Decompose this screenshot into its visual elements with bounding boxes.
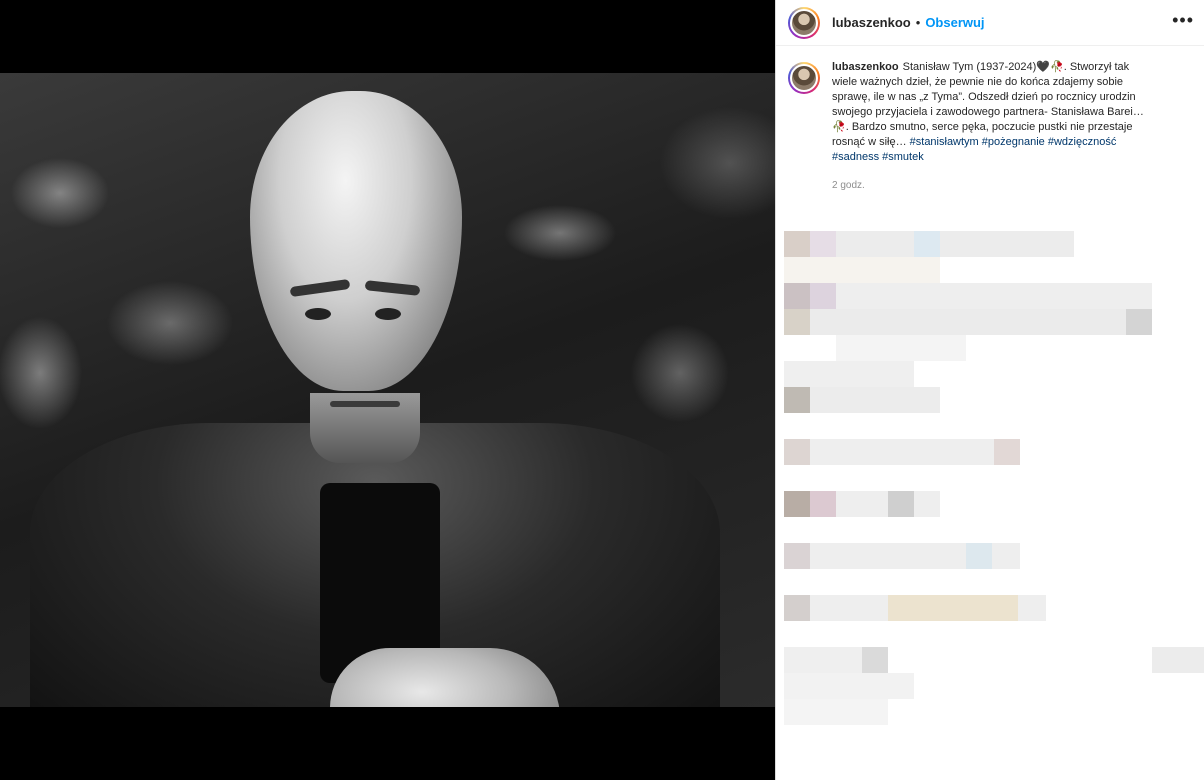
avatar-image bbox=[790, 8, 818, 37]
pixel-block bbox=[966, 543, 992, 569]
pixel-block bbox=[1152, 647, 1204, 673]
pixel-block bbox=[784, 309, 810, 335]
pixel-block bbox=[784, 309, 1152, 335]
pixel-block bbox=[888, 595, 1018, 621]
follow-button[interactable]: Obserwuj bbox=[925, 15, 984, 30]
pixel-block bbox=[784, 439, 1020, 465]
caption-username[interactable]: lubaszenkoo bbox=[832, 61, 899, 73]
caption-avatar[interactable] bbox=[788, 62, 820, 94]
separator-dot: • bbox=[915, 15, 921, 30]
pixel-block bbox=[836, 335, 966, 361]
photo-head bbox=[250, 91, 462, 391]
header-username[interactable]: lubaszenkoo bbox=[832, 15, 911, 30]
rose-emoji-icon: 🥀 bbox=[832, 121, 846, 133]
pixel-block bbox=[810, 491, 836, 517]
heart-rose-emoji-icon: 🖤🥀 bbox=[1036, 61, 1064, 73]
pixel-block bbox=[810, 231, 836, 257]
hashtag-link[interactable]: #stanisławtym bbox=[910, 136, 979, 148]
post-photo[interactable] bbox=[0, 73, 775, 707]
photo-mouth bbox=[330, 401, 400, 407]
post-header: lubaszenkoo • Obserwuj ••• bbox=[776, 0, 1204, 46]
pixel-block bbox=[994, 439, 1020, 465]
hashtag-link[interactable]: #smutek bbox=[882, 151, 924, 163]
photo-eye-right bbox=[375, 308, 401, 320]
caption: lubaszenkoo Stanisław Tym (1937-2024)🖤🥀. … bbox=[776, 46, 1204, 193]
hashtag-link[interactable]: #sadness bbox=[832, 151, 879, 163]
more-options-icon[interactable]: ••• bbox=[1172, 10, 1194, 31]
hashtag-link[interactable]: #pożegnanie bbox=[982, 136, 1045, 148]
avatar-image bbox=[790, 64, 818, 92]
pixelated-comments-area bbox=[784, 205, 1204, 765]
pixel-block bbox=[784, 595, 810, 621]
pixel-block bbox=[1126, 309, 1152, 335]
pixel-block bbox=[784, 387, 810, 413]
pixel-block bbox=[784, 257, 940, 283]
post-side-panel: lubaszenkoo • Obserwuj ••• lubaszenkoo St… bbox=[775, 0, 1204, 780]
hashtag-link[interactable]: #wdzięczność bbox=[1048, 136, 1116, 148]
post-timestamp: 2 godz. bbox=[832, 180, 865, 191]
pixel-block bbox=[784, 699, 888, 725]
pixel-block bbox=[784, 283, 810, 309]
caption-text: Stanisław Tym (1937-2024) bbox=[902, 61, 1037, 73]
caption-body: lubaszenkoo Stanisław Tym (1937-2024)🖤🥀. … bbox=[832, 60, 1157, 193]
pixel-block bbox=[784, 361, 914, 387]
pixel-block bbox=[784, 491, 810, 517]
pixel-block bbox=[784, 673, 914, 699]
avatar[interactable] bbox=[788, 6, 820, 39]
pixel-block bbox=[784, 231, 810, 257]
pixel-block bbox=[914, 231, 940, 257]
pixel-block bbox=[784, 439, 810, 465]
pixel-block bbox=[784, 543, 810, 569]
photo-hands bbox=[330, 648, 560, 707]
pixel-block bbox=[862, 647, 888, 673]
pixel-block bbox=[810, 283, 836, 309]
photo-eye-left bbox=[305, 308, 331, 320]
pixel-block bbox=[784, 283, 1152, 309]
pixel-block bbox=[888, 491, 914, 517]
post-media bbox=[0, 0, 775, 780]
